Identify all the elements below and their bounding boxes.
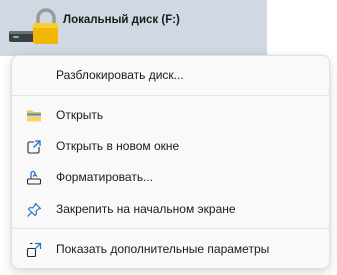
menu-item-label: Открыть	[56, 108, 104, 122]
pin-icon	[27, 202, 42, 217]
menu-item-open-new-window[interactable]: Открыть в новом окне	[16, 133, 325, 161]
menu-item-unlock-drive[interactable]: Разблокировать диск...	[16, 62, 325, 90]
explorer-view: Локальный диск (F:) Разблокировать диск.…	[0, 0, 337, 275]
menu-item-label: Закрепить на начальном экране	[56, 202, 236, 216]
menu-separator	[12, 95, 329, 96]
menu-item-pin-start[interactable]: Закрепить на начальном экране	[16, 196, 325, 224]
menu-item-show-more-options[interactable]: Показать дополнительные параметры	[16, 236, 325, 264]
format-icon	[26, 170, 42, 185]
drive-tile-f[interactable]: Локальный диск (F:)	[0, 0, 267, 56]
menu-item-label: Открыть в новом окне	[56, 139, 180, 153]
menu-item-label: Показать дополнительные параметры	[56, 242, 270, 256]
menu-item-label: Разблокировать диск...	[56, 68, 184, 82]
locked-drive-icon	[9, 8, 58, 44]
folder-icon	[27, 110, 41, 122]
menu-separator	[12, 228, 329, 229]
menu-item-open[interactable]: Открыть	[16, 102, 325, 130]
drive-label: Локальный диск (F:)	[63, 14, 180, 26]
show-more-options-icon	[26, 242, 42, 258]
menu-item-format[interactable]: Форматировать...	[16, 164, 325, 192]
menu-item-label: Форматировать...	[56, 170, 154, 184]
context-menu: Разблокировать диск... Открыть Открыть в…	[11, 55, 330, 269]
open-new-window-icon	[27, 140, 41, 154]
